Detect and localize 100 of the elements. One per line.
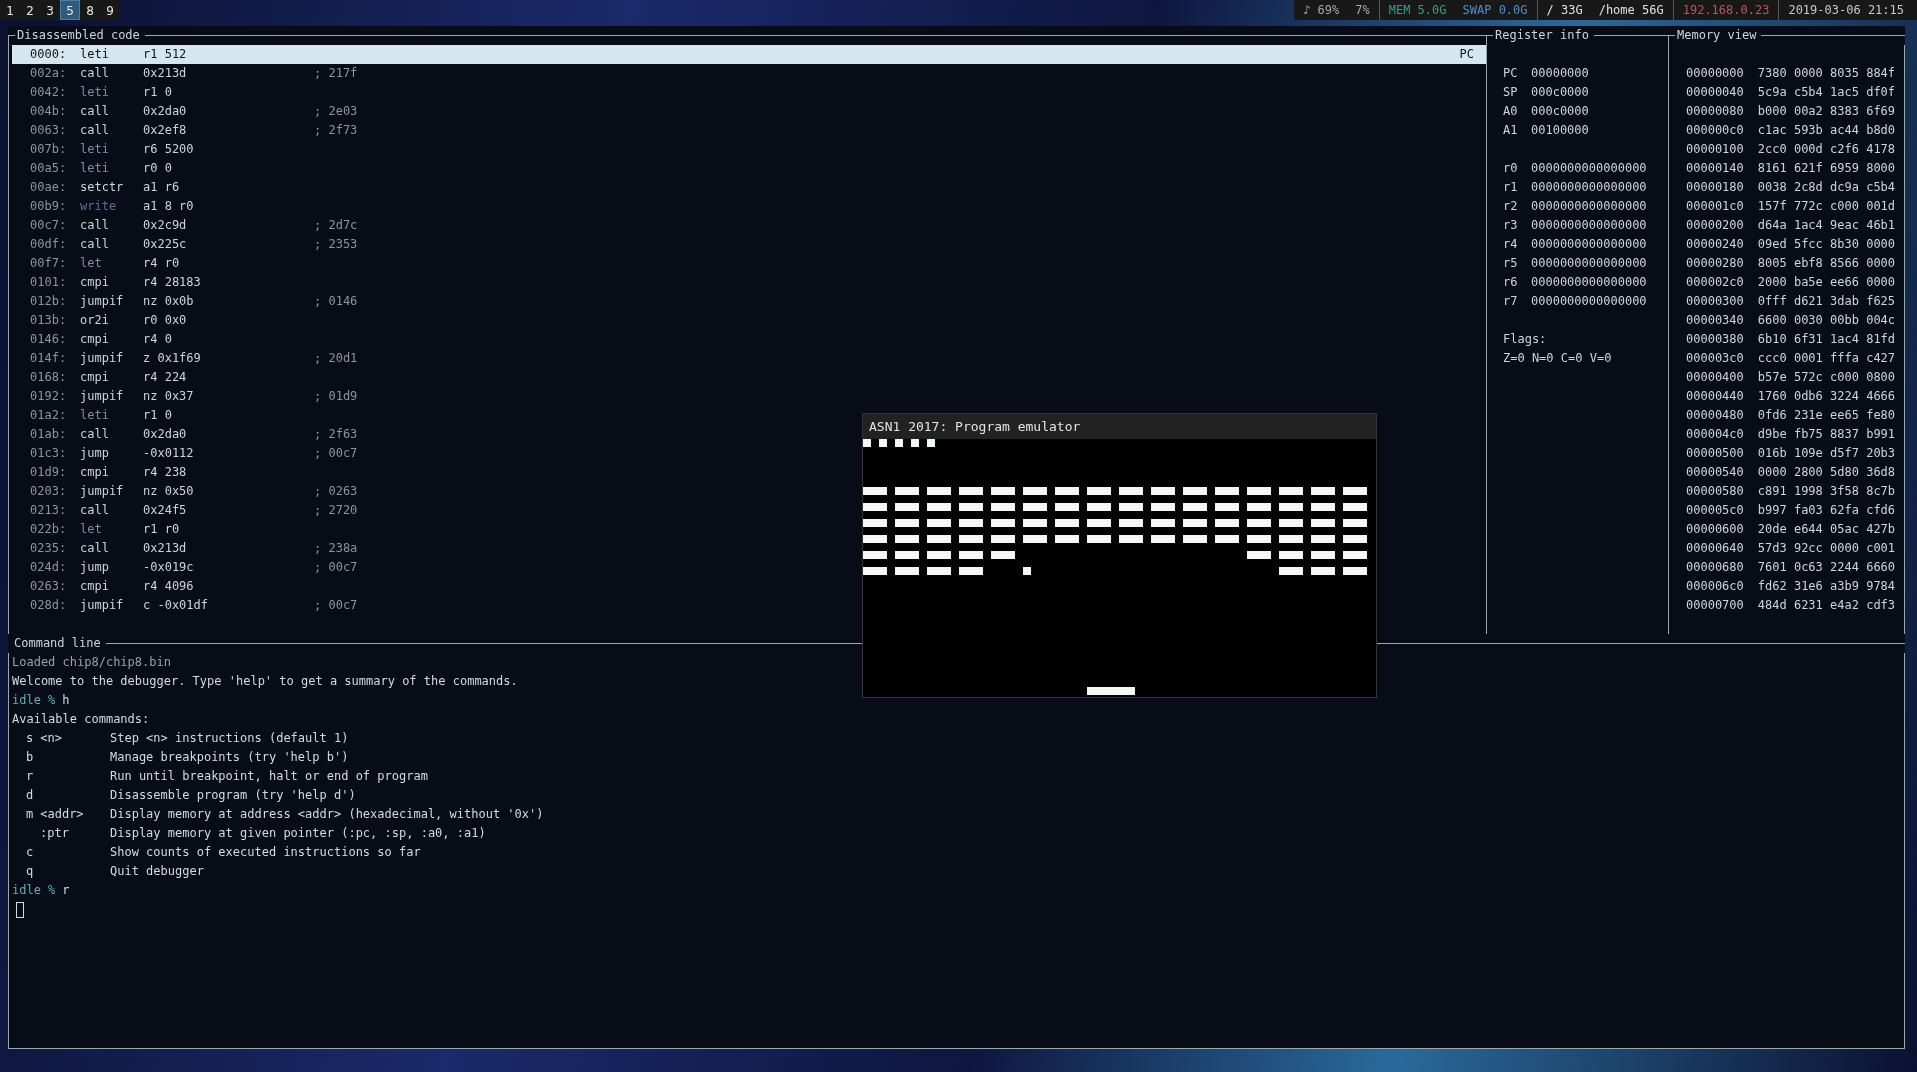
address-text: 00df: xyxy=(30,236,68,253)
memory-address: 00000640 xyxy=(1686,540,1744,557)
operand-text: r4 4096 xyxy=(143,578,195,595)
command-description: Show counts of executed instructions so far xyxy=(110,844,421,861)
opcode-text: jump xyxy=(80,559,110,576)
memory-address: 000004c0 xyxy=(1686,426,1744,443)
command-input-text: h xyxy=(62,692,70,709)
memory-words: 2cc0 000d c2f6 4178 xyxy=(1757,141,1896,158)
memory-words: 6b10 6f31 1ac4 81fd xyxy=(1757,331,1896,348)
memory-address: 00000700 xyxy=(1686,597,1744,614)
opcode-text: cmpi xyxy=(80,578,110,595)
workspace-button[interactable]: 1 xyxy=(0,0,20,20)
register-name: r7 xyxy=(1503,293,1519,310)
register-name: r4 xyxy=(1503,236,1519,253)
prompt-text: idle % xyxy=(12,882,56,899)
address-text: 0146: xyxy=(30,331,68,348)
address-text: 0263: xyxy=(30,578,68,595)
operand-text: 0x2ef8 xyxy=(143,122,188,139)
workspace-button[interactable]: 9 xyxy=(100,0,120,20)
register-name: r2 xyxy=(1503,198,1519,215)
register-name: A0 xyxy=(1503,103,1519,120)
memory-words: 8005 ebf8 8566 0000 xyxy=(1757,255,1896,272)
status-item: 192.168.0.23 xyxy=(1682,2,1770,19)
memory-address: 000003c0 xyxy=(1686,350,1744,367)
operand-text: r4 0 xyxy=(143,331,173,348)
memory-words: 57d3 92cc 0000 c001 xyxy=(1757,540,1896,557)
command-description: Step <n> instructions (default 1) xyxy=(110,730,349,747)
memory-address: 00000100 xyxy=(1686,141,1744,158)
workspace-button[interactable]: 5 xyxy=(60,0,80,20)
memory-words: c891 1998 3f58 8c7b xyxy=(1757,483,1896,500)
memory-address: 000006c0 xyxy=(1686,578,1744,595)
memory-words: d9be fb75 8837 b991 xyxy=(1757,426,1896,443)
memory-words: 157f 772c c000 001d xyxy=(1757,198,1896,215)
operand-text: r0 0 xyxy=(143,160,173,177)
register-name: r5 xyxy=(1503,255,1519,272)
memory-words: 7380 0000 8035 884f xyxy=(1757,65,1896,82)
address-text: 0213: xyxy=(30,502,68,519)
address-text: 013b: xyxy=(30,312,68,329)
opcode-text: leti xyxy=(80,141,110,158)
memory-words: 484d 6231 e4a2 cdf3 xyxy=(1757,597,1896,614)
register-value: 00100000 xyxy=(1531,122,1589,139)
command-key: c xyxy=(26,843,34,862)
memory-address: 00000040 xyxy=(1686,84,1744,101)
operand-text: 0x2c9d xyxy=(143,217,188,234)
register-name: PC xyxy=(1503,65,1519,82)
command-key: q xyxy=(26,862,34,881)
comment-text: ; 238a xyxy=(314,540,358,557)
prompt-text: idle % xyxy=(12,692,56,709)
command-description: Disassemble program (try 'help d') xyxy=(110,787,356,804)
address-text: 0192: xyxy=(30,388,68,405)
operand-text: r6 5200 xyxy=(143,141,195,158)
memory-words: 0038 2c8d dc9a c5b4 xyxy=(1757,179,1896,196)
opcode-text: let xyxy=(80,255,103,272)
command-key: s xyxy=(26,729,34,748)
memory-words: fd62 31e6 a3b9 9784 xyxy=(1757,578,1896,595)
memory-words: b997 fa03 62fa cfd6 xyxy=(1757,502,1896,519)
opcode-text: setctr xyxy=(80,179,125,196)
opcode-text: let xyxy=(80,521,103,538)
register-value: 0000000000000000 xyxy=(1531,255,1647,272)
operand-text: z 0x1f69 xyxy=(143,350,202,367)
workspace-button[interactable]: 2 xyxy=(20,0,40,20)
memory-address: 00000080 xyxy=(1686,103,1744,120)
address-text: 00f7: xyxy=(30,255,68,272)
comment-text: ; 2353 xyxy=(314,236,358,253)
address-text: 022b: xyxy=(30,521,68,538)
address-text: 01c3: xyxy=(30,445,68,462)
memory-address: 00000280 xyxy=(1686,255,1744,272)
address-text: 00b9: xyxy=(30,198,68,215)
opcode-text: call xyxy=(80,540,110,557)
address-text: 024d: xyxy=(30,559,68,576)
memory-words: 09ed 5fcc 8b30 0000 xyxy=(1757,236,1896,253)
flags-value: Z=0 N=0 C=0 V=0 xyxy=(1503,350,1612,367)
workspace-button[interactable]: 3 xyxy=(40,0,60,20)
memory-words: 0fff d621 3dab f625 xyxy=(1757,293,1896,310)
memory-address: 00000140 xyxy=(1686,160,1744,177)
address-text: 0063: xyxy=(30,122,68,139)
memory-address: 00000000 xyxy=(1686,65,1744,82)
address-text: 0203: xyxy=(30,483,68,500)
command-argument: :ptr xyxy=(40,825,69,842)
opcode-text: cmpi xyxy=(80,331,110,348)
operand-text: a1 r6 xyxy=(143,179,181,196)
comment-text: ; 00c7 xyxy=(314,559,358,576)
operand-text: c -0x01df xyxy=(143,597,210,614)
memory-words: 8161 621f 6959 8000 xyxy=(1757,160,1896,177)
command-key: r xyxy=(26,767,34,786)
register-value: 0000000000000000 xyxy=(1531,198,1647,215)
memory-address: 00000180 xyxy=(1686,179,1744,196)
status-item: /home 56G xyxy=(1598,2,1664,19)
address-text: 0101: xyxy=(30,274,68,291)
opcode-text: call xyxy=(80,65,110,82)
memory-address: 00000540 xyxy=(1686,464,1744,481)
address-text: 0168: xyxy=(30,369,68,386)
register-name: r3 xyxy=(1503,217,1519,234)
workspace-button[interactable]: 8 xyxy=(80,0,100,20)
panel-title: Command line xyxy=(13,635,102,652)
memory-words: c1ac 593b ac44 b8d0 xyxy=(1757,122,1896,139)
memory-words: b57e 572c c000 0800 xyxy=(1757,369,1896,386)
operand-text: r4 r0 xyxy=(143,255,181,272)
command-description: Quit debugger xyxy=(110,863,204,880)
address-text: 028d: xyxy=(30,597,68,614)
